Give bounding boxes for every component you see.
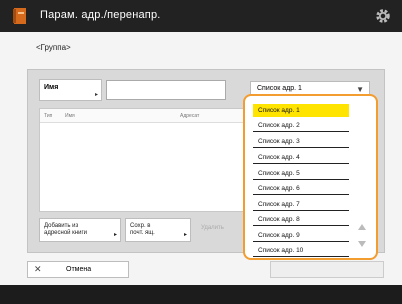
add-from-address-book-label-1: Добавить из: [44, 223, 79, 229]
cancel-button-label: Отмена: [66, 266, 92, 273]
column-header-destination[interactable]: Адресат: [180, 113, 199, 119]
title-bar: Парам. адр./перенапр.: [0, 0, 402, 32]
address-list-dropdown[interactable]: Список адр. 1 Список адр. 2 Список адр. …: [243, 94, 378, 260]
dropdown-item[interactable]: Список адр. 5: [253, 167, 349, 180]
dropdown-item[interactable]: Список адр. 3: [253, 135, 349, 148]
name-button-label: Имя: [44, 84, 59, 91]
address-list-select-value: Список адр. 1: [257, 85, 302, 92]
save-to-mailbox-button[interactable]: Сохр. в почт. ящ. ▸: [125, 218, 191, 242]
dropdown-item[interactable]: Список адр. 4: [253, 151, 349, 164]
gear-icon[interactable]: [374, 7, 392, 25]
address-book-icon: [13, 8, 26, 24]
corner-arrow-icon: ▸: [94, 92, 98, 98]
cancel-button[interactable]: ✕ Отмена: [27, 261, 129, 278]
dropdown-item[interactable]: Список адр. 8: [253, 213, 349, 226]
ok-button[interactable]: [270, 261, 384, 278]
close-icon: ✕: [34, 264, 42, 274]
delete-button[interactable]: Удалить: [197, 219, 241, 239]
dropdown-item[interactable]: Список адр. 9: [253, 229, 349, 242]
chevron-down-icon: ▼: [356, 85, 364, 94]
dropdown-item[interactable]: Список адр. 1: [253, 104, 349, 117]
scroll-down-icon[interactable]: [358, 241, 366, 247]
add-from-address-book-label-2: адресной книги: [44, 229, 88, 236]
bottom-bar: [0, 285, 402, 304]
dropdown-item[interactable]: Список адр. 7: [253, 198, 349, 211]
dropdown-item[interactable]: Список адр. 2: [253, 119, 349, 132]
dropdown-item[interactable]: Список адр. 10: [253, 244, 349, 257]
add-from-address-book-button[interactable]: Добавить из адресной книги ▸: [39, 218, 121, 242]
name-input[interactable]: [106, 80, 226, 100]
corner-arrow-icon: ▸: [113, 232, 117, 239]
window-title: Парам. адр./перенапр.: [40, 9, 161, 21]
column-header-name[interactable]: Имя: [65, 113, 75, 119]
table-header: Тип Имя Адресат: [40, 109, 244, 123]
scroll-up-icon[interactable]: [358, 224, 366, 230]
dropdown-item[interactable]: Список адр. 6: [253, 182, 349, 195]
dropdown-scrollbar[interactable]: [355, 106, 369, 251]
name-button[interactable]: Имя ▸: [39, 79, 102, 101]
save-to-mailbox-label-2: почт. ящ.: [130, 229, 155, 236]
recipient-table: Тип Имя Адресат: [39, 108, 245, 212]
page-subtitle: <Группа>: [36, 43, 71, 52]
corner-arrow-icon: ▸: [183, 232, 187, 239]
column-header-type[interactable]: Тип: [44, 113, 52, 119]
save-to-mailbox-label-1: Сохр. в: [130, 223, 151, 229]
